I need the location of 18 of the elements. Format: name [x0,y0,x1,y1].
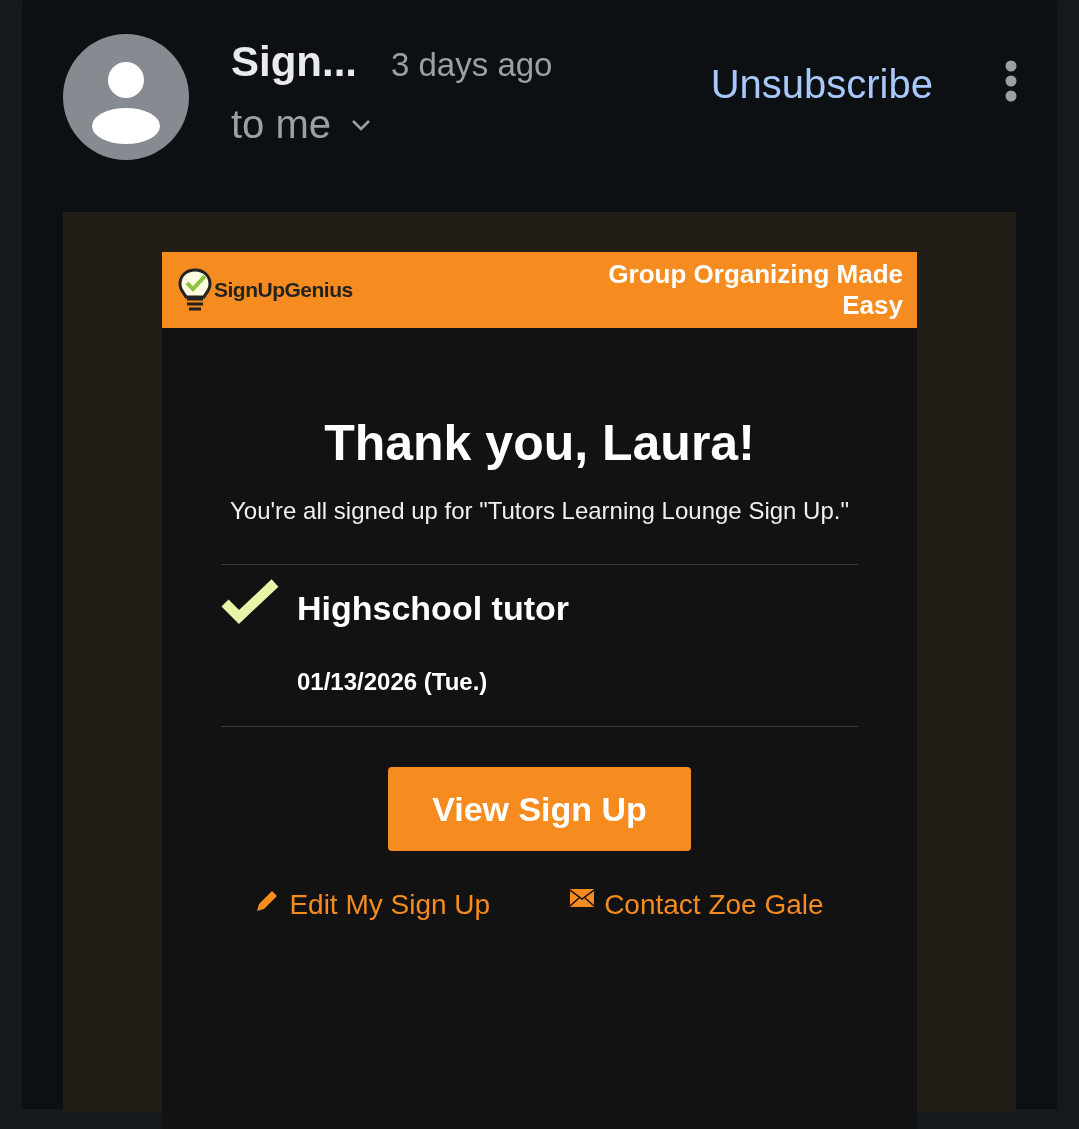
recipient-label: to me [231,102,332,147]
thank-you-heading: Thank you, Laura! [323,414,756,472]
more-options-icon[interactable] [1005,60,1017,102]
tagline: Group Organizing Made Easy [607,259,903,321]
confirmation-message: You're all signed up for "Tutors Learning Lounge Sign Up." [229,496,850,526]
email-link[interactable]: Contact Zoe Gale [604,889,824,921]
pencil-icon [255,889,280,913]
avatar-icon[interactable] [63,34,189,160]
slot-name: Highschool tutor [297,589,569,628]
checkmark-icon [221,579,279,625]
slot-date: 01/13/2026 (Tue.) [297,668,489,696]
sender-name: Sign... [231,38,357,86]
email-link[interactable]: Edit My Sign Up [289,889,491,921]
brand-logo: SignUpGenius [214,278,353,302]
unsubscribe-link[interactable]: Unsubscribe [710,62,933,107]
lightbulb-icon [178,268,212,312]
timestamp: 3 days ago [391,46,553,84]
envelope-icon [570,889,595,907]
